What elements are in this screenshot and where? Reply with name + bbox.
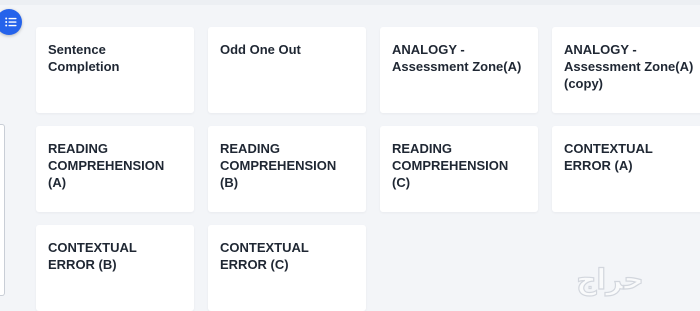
- category-card-reading-comprehension-c[interactable]: READING COMPREHENSION (C): [380, 126, 538, 212]
- sidebar-toggle-handle[interactable]: [0, 124, 5, 296]
- list-menu-icon: [5, 17, 17, 27]
- card-title: CONTEXTUAL ERROR (B): [48, 240, 137, 272]
- watermark-logo: حراج: [576, 263, 645, 297]
- card-title: READING COMPREHENSION (C): [392, 141, 509, 190]
- top-bar: [0, 0, 700, 5]
- card-title: READING COMPREHENSION (B): [220, 141, 337, 190]
- category-card-analogy-a-copy[interactable]: ANALOGY - Assessment Zone(A) (copy): [552, 27, 700, 113]
- category-card-contextual-error-b[interactable]: CONTEXTUAL ERROR (B): [36, 225, 194, 311]
- category-card-reading-comprehension-a[interactable]: READING COMPREHENSION (A): [36, 126, 194, 212]
- category-card-reading-comprehension-b[interactable]: READING COMPREHENSION (B): [208, 126, 366, 212]
- category-card-sentence-completion[interactable]: Sentence Completion: [36, 27, 194, 113]
- category-card-contextual-error-c[interactable]: CONTEXTUAL ERROR (C): [208, 225, 366, 311]
- card-title: Sentence Completion: [48, 42, 120, 74]
- svg-text:حراج: حراج: [576, 263, 643, 297]
- card-title: CONTEXTUAL ERROR (A): [564, 141, 653, 173]
- category-card-analogy-a[interactable]: ANALOGY - Assessment Zone(A): [380, 27, 538, 113]
- menu-button[interactable]: [0, 9, 22, 35]
- card-title: ANALOGY - Assessment Zone(A) (copy): [564, 42, 694, 91]
- category-card-contextual-error-a[interactable]: CONTEXTUAL ERROR (A): [552, 126, 700, 212]
- card-title: ANALOGY - Assessment Zone(A): [392, 42, 522, 74]
- card-title: CONTEXTUAL ERROR (C): [220, 240, 309, 272]
- card-title: READING COMPREHENSION (A): [48, 141, 165, 190]
- category-card-odd-one-out[interactable]: Odd One Out: [208, 27, 366, 113]
- card-title: Odd One Out: [220, 42, 301, 57]
